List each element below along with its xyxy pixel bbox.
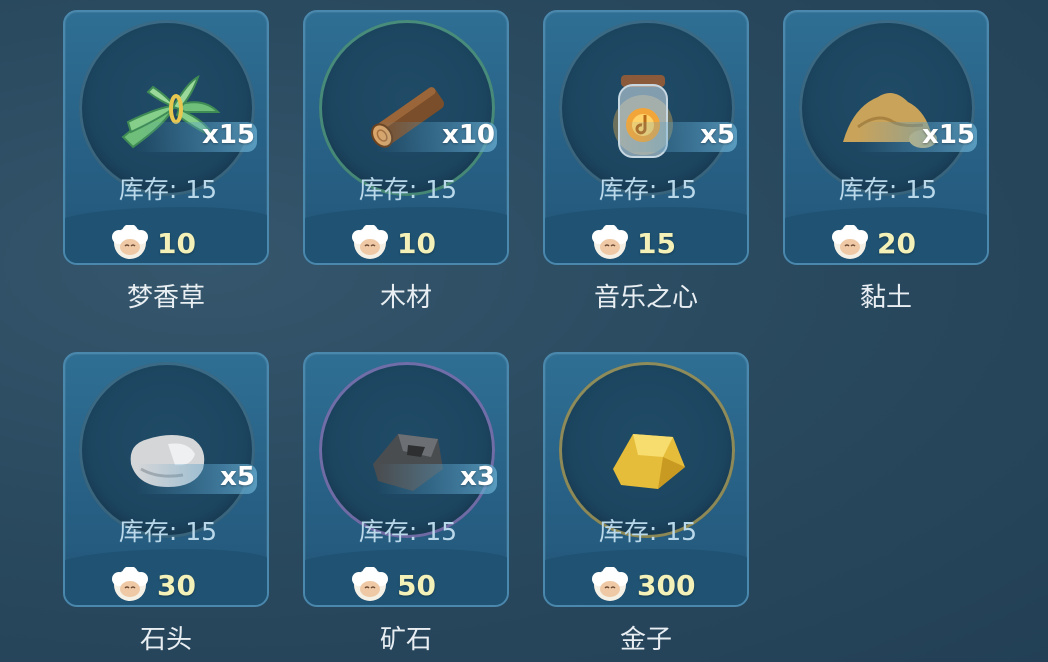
item-quantity: x15 xyxy=(202,120,255,150)
item-stock: 库存: 15 xyxy=(118,517,218,546)
price-value: 20 xyxy=(877,226,916,260)
sheep-currency-icon xyxy=(352,225,388,259)
item-price: 10 xyxy=(349,225,436,261)
price-value: 10 xyxy=(397,226,436,260)
price-value: 15 xyxy=(637,226,676,260)
item-name: 音乐之心 xyxy=(593,283,698,313)
item-stock: 库存: 15 xyxy=(838,175,938,204)
item-stock: 库存: 15 xyxy=(358,517,458,546)
sheep-currency-icon xyxy=(112,567,148,601)
sheep-currency-icon xyxy=(592,567,628,601)
price-value: 50 xyxy=(397,568,436,602)
item-name: 金子 xyxy=(619,625,672,655)
item-price: 50 xyxy=(349,567,436,603)
item-name: 石头 xyxy=(139,625,192,655)
item-name: 矿石 xyxy=(379,625,432,655)
shop-grid: x15 库存: 15 10 梦香草 x10 库存: 15 10 木材 x5 库存… xyxy=(0,0,1048,662)
shop-item-card[interactable]: x5 库存: 15 30 xyxy=(63,352,269,607)
shop-item-card[interactable]: x5 库存: 15 15 xyxy=(543,10,749,265)
sheep-currency-icon xyxy=(832,225,868,259)
item-stock: 库存: 15 xyxy=(598,175,698,204)
item-stock: 库存: 15 xyxy=(118,175,218,204)
item-name: 木材 xyxy=(379,283,432,313)
shop-item-card[interactable]: 库存: 15 300 xyxy=(543,352,749,607)
price-value: 30 xyxy=(157,568,196,602)
item-quantity: x5 xyxy=(220,462,255,492)
item-quantity: x10 xyxy=(442,120,495,150)
item-stock: 库存: 15 xyxy=(358,175,458,204)
item-quantity: x15 xyxy=(922,120,975,150)
sheep-currency-icon xyxy=(352,567,388,601)
item-name: 黏土 xyxy=(859,283,912,313)
item-name: 梦香草 xyxy=(126,283,205,313)
sheep-currency-icon xyxy=(592,225,628,259)
price-value: 300 xyxy=(637,568,696,602)
gold-nugget-icon xyxy=(613,434,685,489)
price-value: 10 xyxy=(157,226,196,260)
shop-item-card[interactable]: x15 库存: 15 20 xyxy=(783,10,989,265)
shop-item-card[interactable]: x3 库存: 15 50 xyxy=(303,352,509,607)
sheep-currency-icon xyxy=(112,225,148,259)
item-price: 10 xyxy=(109,225,196,261)
item-price: 15 xyxy=(589,225,676,261)
item-price: 30 xyxy=(109,567,196,603)
item-quantity: x3 xyxy=(460,462,495,492)
item-quantity: x5 xyxy=(700,120,735,150)
shop-item-card[interactable]: x10 库存: 15 10 xyxy=(303,10,509,265)
shop-item-card[interactable]: x15 库存: 15 10 xyxy=(63,10,269,265)
item-price: 20 xyxy=(829,225,916,261)
item-stock: 库存: 15 xyxy=(598,517,698,546)
item-price: 300 xyxy=(589,567,695,603)
